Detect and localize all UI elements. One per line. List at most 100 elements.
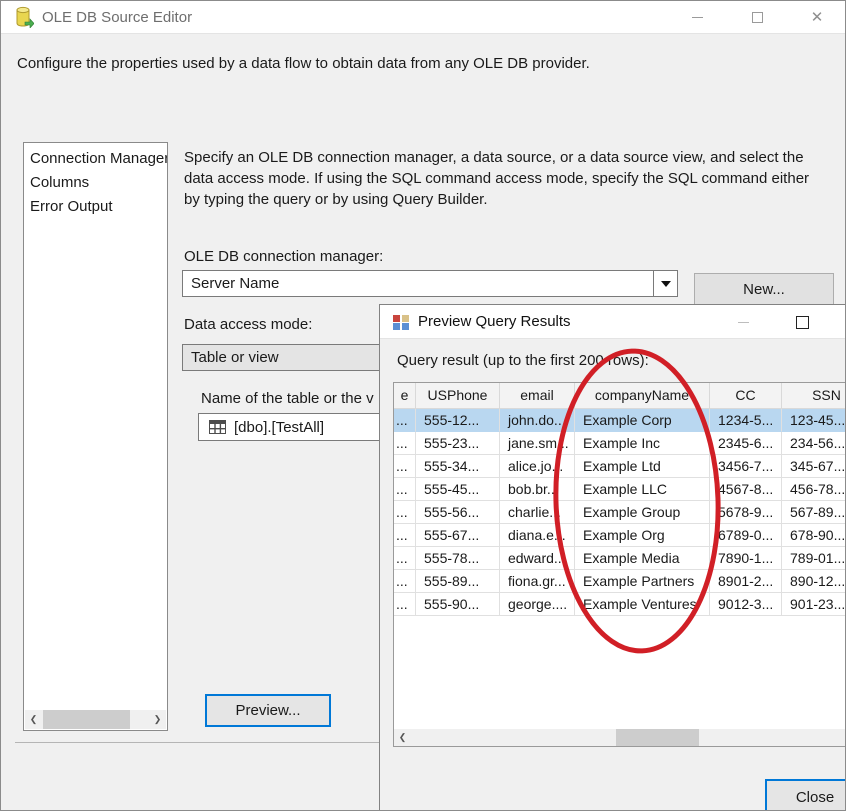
table-row[interactable]: ...555-34...alice.jo...Example Ltd3456-7… — [394, 455, 846, 478]
preview-maximize-button[interactable] — [784, 306, 820, 338]
table-cell[interactable]: 555-56... — [416, 501, 500, 524]
preview-close-x-button[interactable]: ✕ — [842, 306, 846, 338]
column-header[interactable]: email — [500, 383, 575, 409]
table-row[interactable]: ...555-78...edward...Example Media7890-1… — [394, 547, 846, 570]
data-access-mode-label: Data access mode: — [184, 316, 312, 333]
scrollbar-thumb[interactable] — [616, 729, 699, 746]
table-cell[interactable]: 678-90... — [782, 524, 846, 547]
table-cell[interactable]: diana.e... — [500, 524, 575, 547]
scrollbar-thumb[interactable] — [43, 710, 130, 729]
table-cell[interactable]: Example Ventures — [575, 593, 710, 616]
table-cell[interactable]: ... — [394, 570, 416, 593]
ole-db-source-editor-window: OLE DB Source Editor ✕ Configure the pro… — [0, 0, 846, 811]
minimize-button[interactable] — [679, 1, 715, 33]
maximize-button[interactable] — [739, 1, 775, 33]
table-cell[interactable]: alice.jo... — [500, 455, 575, 478]
table-icon — [209, 420, 226, 434]
table-cell[interactable]: 4567-8... — [710, 478, 782, 501]
table-cell[interactable]: ... — [394, 501, 416, 524]
sidebar-horizontal-scrollbar[interactable]: ❮ ❯ — [25, 710, 166, 729]
table-cell[interactable]: Example Media — [575, 547, 710, 570]
column-header[interactable]: companyName — [575, 383, 710, 409]
table-row[interactable]: ...555-12...john.do...Example Corp1234-5… — [394, 409, 846, 432]
table-cell[interactable]: 789-01... — [782, 547, 846, 570]
column-header[interactable]: SSN — [782, 383, 846, 409]
table-cell[interactable]: Example Partners — [575, 570, 710, 593]
grid-horizontal-scrollbar[interactable]: ❮ — [394, 729, 846, 746]
sidebar-item-connection-manager[interactable]: Connection Manager — [24, 147, 167, 171]
preview-minimize-button[interactable] — [725, 306, 761, 338]
table-cell[interactable]: 555-90... — [416, 593, 500, 616]
table-cell[interactable]: 2345-6... — [710, 432, 782, 455]
table-cell[interactable]: ... — [394, 593, 416, 616]
table-cell[interactable]: 555-78... — [416, 547, 500, 570]
table-cell[interactable]: 456-78... — [782, 478, 846, 501]
table-cell[interactable]: 6789-0... — [710, 524, 782, 547]
table-cell[interactable]: 1234-5... — [710, 409, 782, 432]
table-cell[interactable]: 123-45... — [782, 409, 846, 432]
table-cell[interactable]: 9012-3... — [710, 593, 782, 616]
table-cell[interactable]: 555-45... — [416, 478, 500, 501]
preview-query-results-window: Preview Query Results ✕ Query result (up… — [379, 304, 846, 811]
table-cell[interactable]: jane.sm... — [500, 432, 575, 455]
table-cell[interactable]: ... — [394, 409, 416, 432]
table-cell[interactable]: Example Group — [575, 501, 710, 524]
table-cell[interactable]: Example Inc — [575, 432, 710, 455]
column-header[interactable]: e — [394, 383, 416, 409]
table-cell[interactable]: george.... — [500, 593, 575, 616]
table-row[interactable]: ...555-23...jane.sm...Example Inc2345-6.… — [394, 432, 846, 455]
table-cell[interactable]: 8901-2... — [710, 570, 782, 593]
results-grid: eUSPhoneemailcompanyNameCCSSN ...555-12.… — [393, 382, 846, 747]
table-cell[interactable]: Example LLC — [575, 478, 710, 501]
table-cell[interactable]: charlie... — [500, 501, 575, 524]
table-cell[interactable]: 555-89... — [416, 570, 500, 593]
table-cell[interactable]: ... — [394, 455, 416, 478]
scroll-left-arrow-icon[interactable]: ❮ — [25, 710, 42, 729]
scroll-right-arrow-icon[interactable]: ❯ — [149, 710, 166, 729]
table-cell[interactable]: 890-12... — [782, 570, 846, 593]
sidebar-item-columns[interactable]: Columns — [24, 171, 167, 195]
table-cell[interactable]: 234-56... — [782, 432, 846, 455]
table-cell[interactable]: 567-89... — [782, 501, 846, 524]
table-cell[interactable]: ... — [394, 524, 416, 547]
preview-button-label: Preview... — [235, 702, 300, 719]
table-cell[interactable]: ... — [394, 547, 416, 570]
table-cell[interactable]: bob.br... — [500, 478, 575, 501]
table-cell[interactable]: 5678-9... — [710, 501, 782, 524]
table-cell[interactable]: edward... — [500, 547, 575, 570]
table-row[interactable]: ...555-67...diana.e...Example Org6789-0.… — [394, 524, 846, 547]
table-row[interactable]: ...555-56...charlie...Example Group5678-… — [394, 501, 846, 524]
table-cell[interactable]: Example Corp — [575, 409, 710, 432]
connection-manager-combobox[interactable]: Server Name — [182, 270, 678, 297]
pages-list: Connection Manager Columns Error Output … — [23, 142, 168, 731]
dropdown-arrow[interactable] — [653, 271, 677, 296]
sidebar-item-error-output[interactable]: Error Output — [24, 195, 167, 219]
close-button[interactable]: ✕ — [799, 1, 835, 33]
close-button-preview[interactable]: Close — [765, 779, 846, 811]
close-icon: ✕ — [811, 10, 824, 25]
table-row[interactable]: ...555-89...fiona.gr...Example Partners8… — [394, 570, 846, 593]
table-cell[interactable]: john.do... — [500, 409, 575, 432]
preview-table-body: ...555-12...john.do...Example Corp1234-5… — [394, 409, 846, 616]
table-cell[interactable]: 555-67... — [416, 524, 500, 547]
new-button[interactable]: New... — [694, 273, 834, 305]
table-cell[interactable]: 901-23... — [782, 593, 846, 616]
column-header[interactable]: USPhone — [416, 383, 500, 409]
column-header[interactable]: CC — [710, 383, 782, 409]
preview-table-header: eUSPhoneemailcompanyNameCCSSN — [394, 383, 846, 409]
table-row[interactable]: ...555-90...george....Example Ventures90… — [394, 593, 846, 616]
table-row[interactable]: ...555-45...bob.br...Example LLC4567-8..… — [394, 478, 846, 501]
table-cell[interactable]: Example Org — [575, 524, 710, 547]
table-cell[interactable]: Example Ltd — [575, 455, 710, 478]
table-cell[interactable]: ... — [394, 478, 416, 501]
table-cell[interactable]: 555-23... — [416, 432, 500, 455]
table-cell[interactable]: 7890-1... — [710, 547, 782, 570]
table-cell[interactable]: fiona.gr... — [500, 570, 575, 593]
table-cell[interactable]: 555-12... — [416, 409, 500, 432]
table-cell[interactable]: ... — [394, 432, 416, 455]
table-cell[interactable]: 555-34... — [416, 455, 500, 478]
scroll-left-arrow-icon[interactable]: ❮ — [394, 729, 411, 746]
preview-button[interactable]: Preview... — [205, 694, 331, 727]
table-cell[interactable]: 3456-7... — [710, 455, 782, 478]
table-cell[interactable]: 345-67... — [782, 455, 846, 478]
